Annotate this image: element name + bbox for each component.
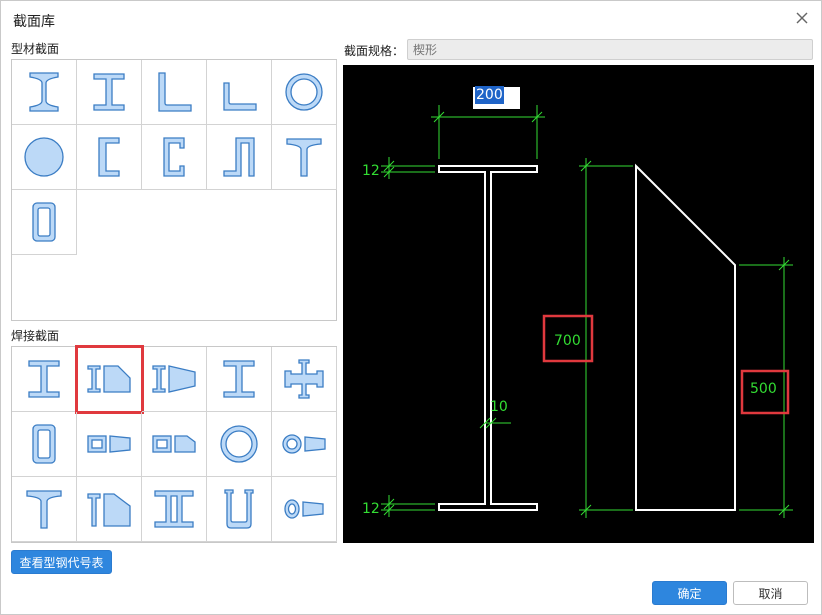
section-library-dialog: 截面库 型材截面 焊接截面 截面规格： 楔形 12 12 10 700 500 … — [0, 0, 822, 615]
profile-section-grid — [11, 59, 337, 321]
dialog-title: 截面库 — [13, 14, 55, 30]
welded-tapered-i-icon[interactable] — [75, 345, 144, 414]
welded-cross-icon[interactable] — [272, 347, 337, 412]
channel-icon[interactable] — [77, 125, 142, 190]
h-beam-icon[interactable] — [77, 60, 142, 125]
spec-label: 截面规格： — [344, 44, 405, 58]
section-drawing: 12 12 10 700 500 — [362, 105, 793, 518]
flange-thickness-top-label: 12 — [362, 163, 380, 179]
unequal-angle-icon[interactable] — [207, 60, 272, 125]
t-section-icon[interactable] — [272, 125, 337, 190]
section-preview-canvas: 12 12 10 700 500 200 — [343, 65, 814, 543]
welded-t-icon[interactable] — [12, 477, 77, 542]
wedge-outline — [635, 163, 736, 511]
welded-i-beam-icon[interactable] — [12, 347, 77, 412]
welded-tapered-tube-icon[interactable] — [272, 412, 337, 477]
height-start-label: 700 — [554, 333, 581, 349]
solid-round-icon[interactable] — [12, 125, 77, 190]
profile-section-label: 型材截面 — [11, 42, 60, 56]
ok-button[interactable]: 确定 — [652, 581, 727, 605]
flange-width-input[interactable]: 200 — [473, 86, 520, 109]
i-section-outline — [438, 165, 538, 511]
view-steel-code-table-button[interactable]: 查看型钢代号表 — [11, 550, 112, 574]
welded-round-tube-icon[interactable] — [207, 412, 272, 477]
welded-u-icon[interactable] — [207, 477, 272, 542]
welded-double-i-icon[interactable] — [142, 477, 207, 542]
height-end-label: 500 — [750, 381, 777, 397]
welded-section-grid — [11, 345, 337, 543]
web-thickness-label: 10 — [490, 399, 508, 415]
welded-tapered-box-icon[interactable] — [77, 412, 142, 477]
welded-box-icon[interactable] — [12, 412, 77, 477]
rect-tube-icon[interactable] — [12, 190, 77, 255]
spec-input[interactable] — [407, 39, 813, 60]
lipped-channel-icon[interactable] — [142, 125, 207, 190]
z-section-icon[interactable] — [207, 125, 272, 190]
welded-tapered-t-icon[interactable] — [77, 477, 142, 542]
welded-tapered-ellipse-icon[interactable] — [272, 477, 337, 542]
equal-angle-icon[interactable] — [142, 60, 207, 125]
i-beam-icon[interactable] — [12, 60, 77, 125]
welded-tapered-box2-icon[interactable] — [142, 412, 207, 477]
close-icon[interactable] — [795, 11, 809, 25]
flange-thickness-bottom-label: 12 — [362, 501, 380, 517]
flange-width-value: 200 — [475, 86, 504, 104]
round-tube-icon[interactable] — [272, 60, 337, 125]
welded-h-beam-icon[interactable] — [207, 347, 272, 412]
welded-tapered-side-icon[interactable] — [142, 347, 207, 412]
welded-section-label: 焊接截面 — [11, 329, 60, 343]
cancel-button[interactable]: 取消 — [733, 581, 808, 605]
